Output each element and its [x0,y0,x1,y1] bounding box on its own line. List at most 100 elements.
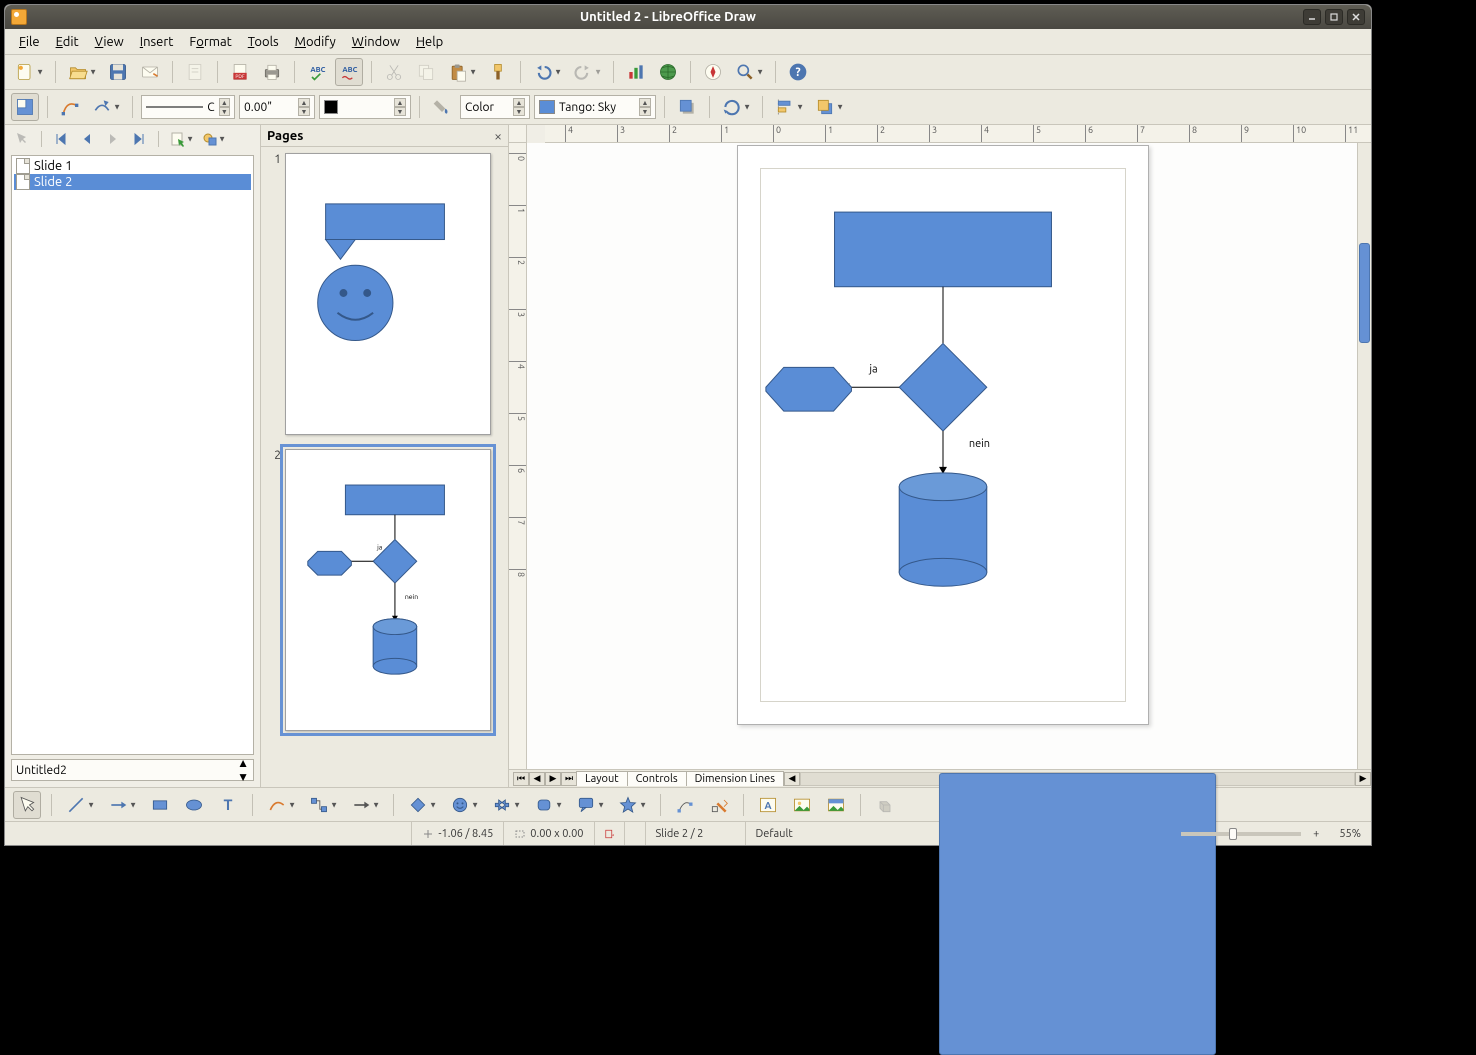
curve-tool[interactable]: ▼ [263,791,291,819]
select-tool[interactable] [13,791,41,819]
scrollbar-thumb[interactable] [1359,243,1370,343]
navigator-button[interactable] [699,58,727,86]
prev-slide-button[interactable] [76,128,98,150]
menu-help[interactable]: Help [408,33,451,51]
glue-points-tool[interactable] [705,791,733,819]
line-color-combo[interactable]: ▲▼ [319,95,411,119]
gallery-tool[interactable] [822,791,850,819]
basic-shapes-tool[interactable]: ▼ [404,791,432,819]
connector-tool[interactable]: ▼ [305,791,333,819]
first-slide-button[interactable] [50,128,72,150]
display-grid-button[interactable] [11,93,39,121]
fontwork-tool[interactable]: A [754,791,782,819]
menu-window[interactable]: Window [344,33,408,51]
menu-format[interactable]: Format [181,33,239,51]
document-selector[interactable]: Untitled2 ▲▼ [11,759,254,781]
drag-mode-button[interactable]: ▼ [167,128,189,150]
paste-button[interactable]: ▼ [444,58,472,86]
menu-file[interactable]: File [11,33,48,51]
ellipse-tool[interactable] [180,791,208,819]
page-thumbnail-2[interactable]: 2 ja nein [271,449,498,731]
close-panel-icon[interactable]: × [494,128,502,144]
tab-layout[interactable]: Layout [576,771,628,786]
arrange-button[interactable]: ▼ [811,93,839,121]
maximize-button[interactable] [1325,9,1343,25]
thumbnail-canvas: ja nein [285,449,491,731]
open-button[interactable]: ▼ [64,58,92,86]
slide-tree[interactable]: Slide 1 Slide 2 [11,155,254,755]
format-paintbrush-button[interactable] [484,58,512,86]
zoom-button[interactable]: ▼ [731,58,759,86]
spellcheck-button[interactable]: ABC [303,58,331,86]
scrollbar-thumb[interactable] [939,773,1216,1055]
menu-view[interactable]: View [87,33,132,51]
vertical-scrollbar[interactable] [1357,143,1371,769]
line-tool[interactable]: ▼ [62,791,90,819]
menu-tools[interactable]: Tools [240,33,287,51]
symbol-shapes-tool[interactable]: ▼ [446,791,474,819]
print-button[interactable] [258,58,286,86]
tab-next-icon[interactable]: ▶ [545,772,561,786]
from-file-tool[interactable] [788,791,816,819]
edit-points-button[interactable] [56,93,84,121]
extrusion-tool[interactable] [871,791,899,819]
flowchart-tool[interactable]: ▼ [530,791,558,819]
svg-text:ABC: ABC [310,66,325,74]
edit-points-tool[interactable] [671,791,699,819]
next-slide-button[interactable] [102,128,124,150]
lines-arrows-tool[interactable]: ▼ [347,791,375,819]
block-arrows-tool[interactable]: ▼ [488,791,516,819]
close-button[interactable] [1347,9,1365,25]
area-style-combo[interactable]: Color ▲▼ [460,95,530,119]
window-title: Untitled 2 - LibreOffice Draw [33,10,1303,24]
menu-modify[interactable]: Modify [287,33,344,51]
pointer-icon[interactable] [11,128,33,150]
last-slide-button[interactable] [128,128,150,150]
tab-prev-icon[interactable]: ◀ [529,772,545,786]
tab-dimension-lines[interactable]: Dimension Lines [686,771,784,786]
arrow-tool[interactable]: ▼ [104,791,132,819]
zoom-value[interactable]: 55% [1329,822,1371,845]
tab-last-icon[interactable]: ⏭ [561,772,577,786]
undo-button[interactable]: ▼ [529,58,557,86]
page-icon [16,174,30,190]
email-button[interactable] [136,58,164,86]
copy-button[interactable] [412,58,440,86]
align-button[interactable]: ▼ [771,93,799,121]
drawing-canvas[interactable]: ja nein [527,143,1357,769]
shadow-button[interactable] [673,93,701,121]
chart-button[interactable] [622,58,650,86]
effects-button[interactable]: ▼ [718,93,746,121]
auto-spellcheck-button[interactable]: ABC [335,58,363,86]
redo-button[interactable]: ▼ [569,58,597,86]
save-button[interactable] [104,58,132,86]
hyperlink-button[interactable] [654,58,682,86]
tab-first-icon[interactable]: ⏮ [513,772,529,786]
line-style-combo[interactable]: C ▲▼ [141,95,235,119]
menu-edit[interactable]: Edit [48,33,87,51]
minimize-button[interactable] [1303,9,1321,25]
rectangle-tool[interactable] [146,791,174,819]
horizontal-ruler[interactable]: 432101234567891011 [545,125,1371,143]
line-width-combo[interactable]: 0.00" ▲▼ [239,95,315,119]
horizontal-scrollbar[interactable]: ◀ ▶ [784,770,1371,787]
help-button[interactable]: ? [784,58,812,86]
tree-item-slide-2[interactable]: Slide 2 [14,174,251,190]
page-thumbnail-1[interactable]: 1 [271,153,498,435]
callouts-tool[interactable]: ▼ [572,791,600,819]
area-fill-combo[interactable]: Tango: Sky ▲▼ [534,95,656,119]
cut-button[interactable] [380,58,408,86]
glue-points-button[interactable]: ▼ [88,93,116,121]
edit-file-button[interactable] [181,58,209,86]
tree-item-slide-1[interactable]: Slide 1 [14,158,251,174]
stars-tool[interactable]: ▼ [614,791,642,819]
text-tool[interactable]: T [214,791,242,819]
vertical-ruler[interactable]: 012345678 [509,143,527,769]
area-dialog-button[interactable] [428,93,456,121]
shapes-filter-button[interactable]: ▼ [199,128,221,150]
tab-controls[interactable]: Controls [627,771,687,786]
menu-insert[interactable]: Insert [132,33,182,51]
export-pdf-button[interactable]: PDF [226,58,254,86]
pages-panel-body[interactable]: 1 2 [261,147,508,787]
new-button[interactable]: ▼ [11,58,39,86]
